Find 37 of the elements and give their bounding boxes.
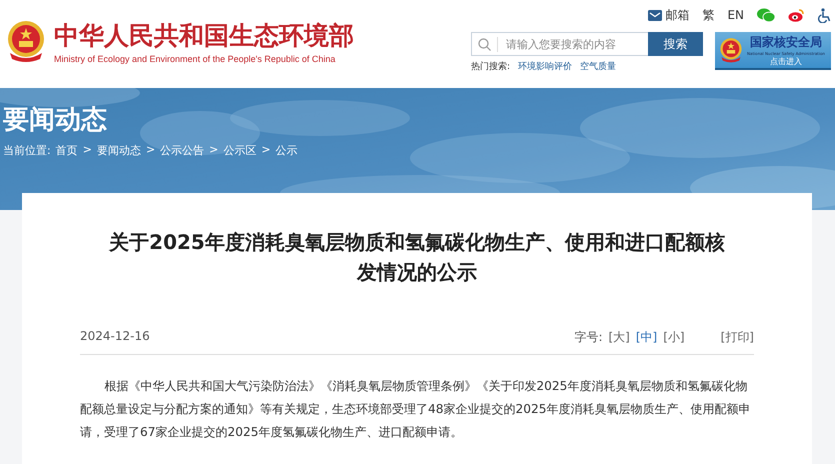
article-title: 关于2025年度消耗臭氧层物质和氢氟碳化物生产、使用和进口配额核发情况的公示	[108, 229, 726, 286]
hot-search-label: 热门搜索:	[471, 60, 510, 73]
font-size-label: 字号:	[574, 329, 602, 346]
breadcrumb-separator: >	[82, 143, 92, 158]
breadcrumb-separator: >	[261, 143, 271, 158]
hot-search-link[interactable]: 环境影响评价	[518, 60, 572, 73]
partner-action: 点击进入	[770, 56, 802, 66]
breadcrumb-link[interactable]: 首页	[56, 143, 78, 158]
mail-icon	[648, 10, 662, 20]
hot-search-link[interactable]: 空气质量	[580, 60, 616, 73]
breadcrumb-link[interactable]: 公示区	[223, 143, 256, 158]
mail-link[interactable]: 邮箱	[648, 6, 690, 24]
site-name: 中华人民共和国生态环境部	[54, 20, 354, 52]
breadcrumb-separator: >	[209, 143, 218, 158]
wheelchair-icon[interactable]	[818, 8, 831, 22]
language-link[interactable]: 繁	[702, 6, 714, 24]
emblem-icon	[718, 37, 744, 63]
breadcrumb-link[interactable]: 要闻动态	[96, 143, 141, 158]
article-paragraph: 根据《中华人民共和国大气污染防治法》《消耗臭氧层物质管理条例》《关于印发2025年度消耗臭氧层物质和氢氟碳化物配额总量设定与分配方案的通知》等有关规定，生态环境部受理了48家企业提交的2025年度消耗臭氧层物质生产、使用配额申请，受理了67家企业提交的2025年度氢氟碳化物生产、进口配额申请。	[80, 378, 752, 441]
breadcrumb-link[interactable]: 公示公告	[160, 143, 204, 158]
language-link[interactable]: EN	[727, 8, 744, 22]
search-button[interactable]: 搜索	[648, 32, 703, 56]
font-size-link[interactable]: [小]	[663, 329, 685, 346]
section-title: 要闻动态	[3, 104, 108, 137]
site-name-english: Ministry of Ecology and Environment of the People's Republic of China	[54, 54, 336, 64]
font-size-link[interactable]: [中]	[636, 329, 658, 346]
breadcrumb-separator: >	[146, 143, 156, 158]
print-link[interactable]: [打印]	[720, 329, 754, 346]
weibo-icon[interactable]	[788, 8, 805, 22]
wechat-icon[interactable]	[757, 8, 775, 22]
search-field[interactable]: 请输入您要搜索的内容	[471, 32, 648, 56]
breadcrumb-link[interactable]: 公示	[276, 143, 298, 158]
partner-name: 国家核安全局	[750, 34, 822, 50]
search-icon	[478, 38, 491, 50]
article-date: 2024-12-16	[80, 329, 150, 345]
breadcrumb-label: 当前位置:	[3, 143, 51, 158]
font-size-link[interactable]: [大]	[608, 329, 630, 346]
